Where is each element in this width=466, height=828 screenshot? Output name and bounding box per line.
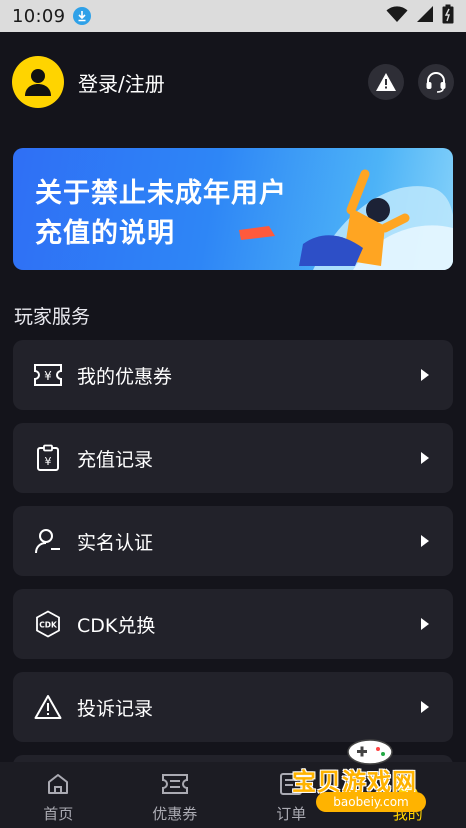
recharge-record-icon: ¥ bbox=[33, 443, 63, 473]
status-time: 10:09 bbox=[12, 5, 66, 27]
menu-item-recharge-record[interactable]: ¥ 充值记录 bbox=[13, 423, 453, 493]
warning-icon bbox=[33, 692, 63, 722]
home-icon bbox=[43, 770, 73, 798]
alert-button[interactable] bbox=[368, 64, 404, 100]
coupon-icon bbox=[160, 770, 190, 798]
chevron-right-icon bbox=[421, 369, 429, 381]
user-verify-icon bbox=[33, 526, 63, 556]
avatar[interactable] bbox=[12, 56, 64, 108]
svg-text:¥: ¥ bbox=[44, 369, 52, 383]
wifi-icon bbox=[386, 5, 408, 27]
banner-line-1: 关于禁止未成年用户 bbox=[35, 178, 287, 209]
banner-line-2: 充值的说明 bbox=[35, 218, 175, 249]
tab-home[interactable]: 首页 bbox=[0, 762, 117, 828]
coupon-icon: ¥ bbox=[33, 360, 63, 390]
profile-header: 登录/注册 bbox=[12, 56, 454, 108]
menu-label: 充值记录 bbox=[77, 448, 154, 471]
headset-icon bbox=[426, 72, 446, 93]
menu-label: 实名认证 bbox=[77, 531, 154, 554]
signal-icon bbox=[416, 5, 434, 27]
chevron-right-icon bbox=[421, 452, 429, 464]
minor-recharge-notice-banner[interactable]: 关于禁止未成年用户 充值的说明 bbox=[13, 148, 453, 270]
menu-label: 我的优惠券 bbox=[77, 365, 173, 388]
menu-item-cdk-exchange[interactable]: CDK CDK兑换 bbox=[13, 589, 453, 659]
svg-text:¥: ¥ bbox=[45, 455, 52, 468]
chevron-right-icon bbox=[421, 535, 429, 547]
alert-icon bbox=[376, 73, 396, 91]
user-icon bbox=[25, 69, 51, 96]
watermark: 宝贝游戏网 baobeiy.com bbox=[286, 732, 466, 828]
menu-label: 投诉记录 bbox=[77, 697, 154, 720]
customer-service-button[interactable] bbox=[418, 64, 454, 100]
chevron-right-icon bbox=[421, 701, 429, 713]
gamepad-icon bbox=[347, 739, 393, 765]
menu-item-coupons[interactable]: ¥ 我的优惠券 bbox=[13, 340, 453, 410]
cdk-icon: CDK bbox=[33, 609, 63, 639]
menu-item-real-name-verification[interactable]: 实名认证 bbox=[13, 506, 453, 576]
chevron-right-icon bbox=[421, 618, 429, 630]
tab-coupons[interactable]: 优惠券 bbox=[117, 762, 234, 828]
battery-icon bbox=[442, 4, 454, 28]
tab-label: 首页 bbox=[43, 805, 74, 823]
svg-text:CDK: CDK bbox=[39, 621, 58, 630]
section-title: 玩家服务 bbox=[14, 306, 91, 328]
download-icon bbox=[73, 7, 92, 25]
status-bar: 10:09 bbox=[0, 0, 466, 32]
tab-label: 优惠券 bbox=[152, 805, 198, 823]
banner-text: 关于禁止未成年用户 充值的说明 bbox=[35, 174, 287, 254]
menu-label: CDK兑换 bbox=[77, 614, 156, 637]
login-register-link[interactable]: 登录/注册 bbox=[78, 68, 165, 97]
watermark-url: baobeiy.com bbox=[316, 792, 426, 812]
